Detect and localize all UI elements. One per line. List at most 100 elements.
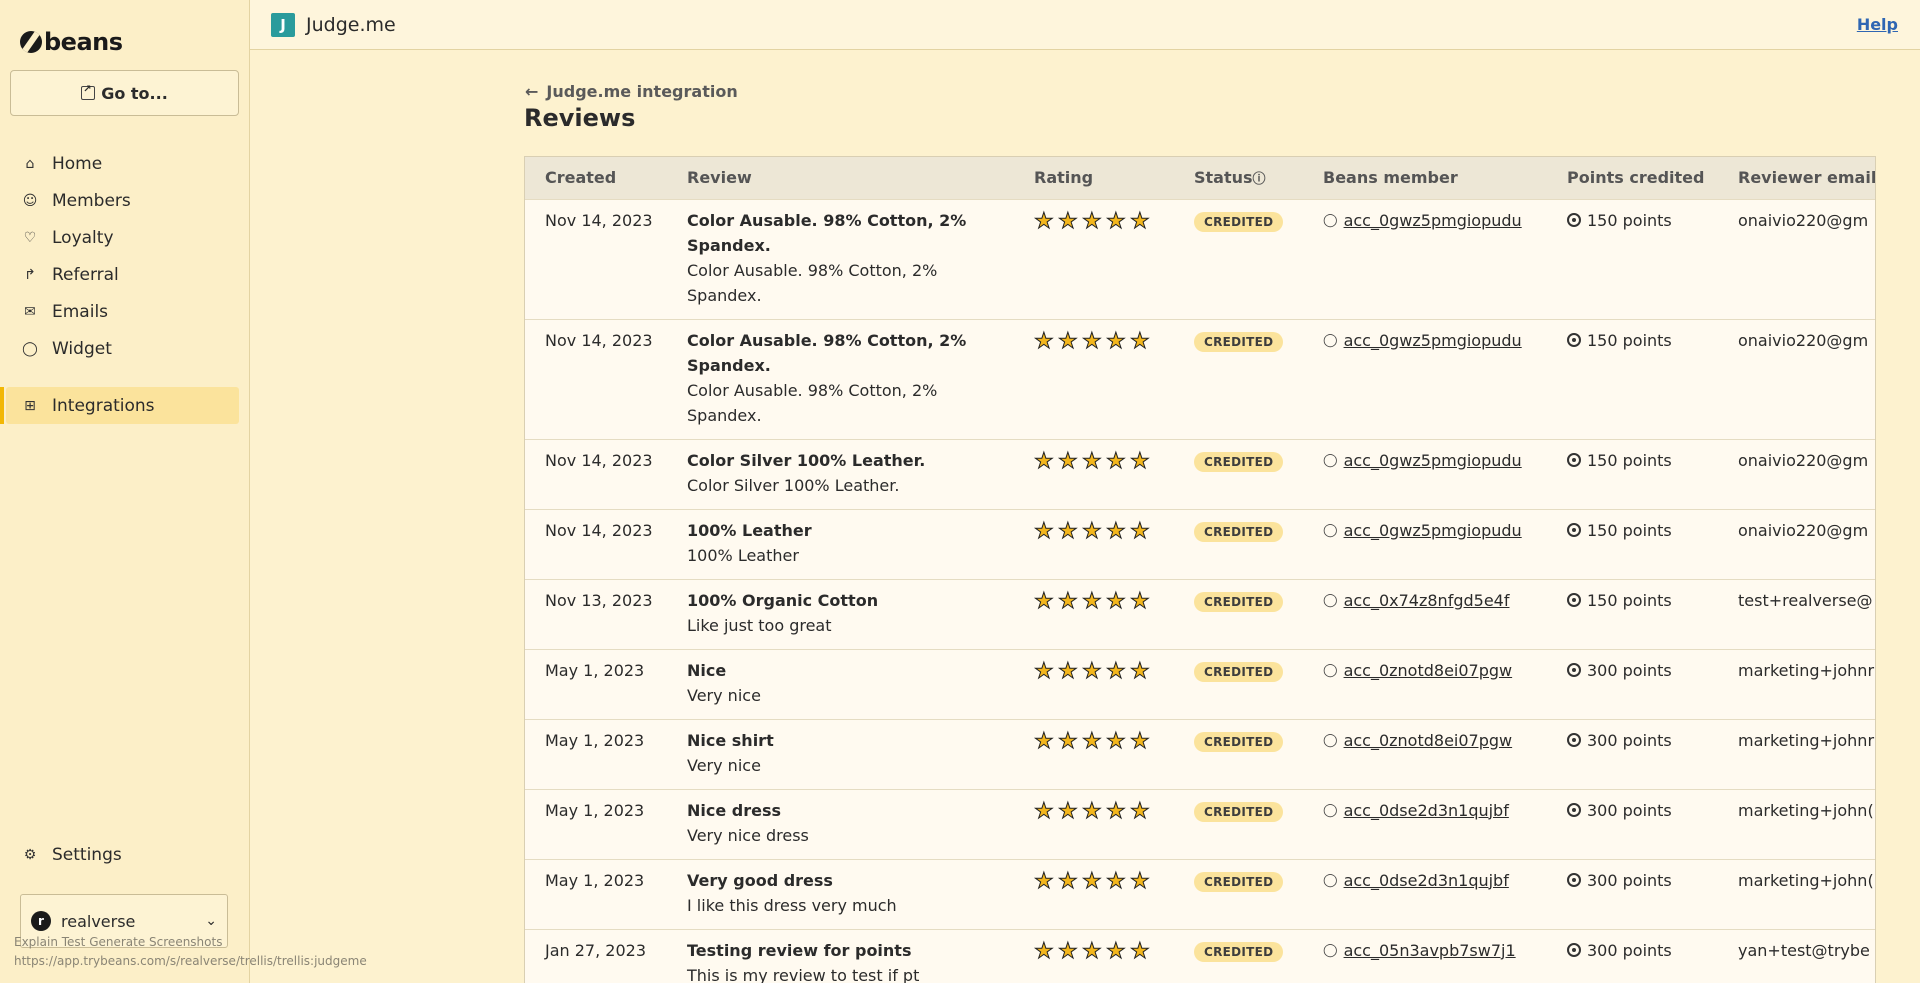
points-icon — [1567, 213, 1581, 227]
person-icon: ◯ — [1323, 212, 1338, 228]
points-icon — [1567, 453, 1581, 467]
sidebar-item-loyalty[interactable]: ♡ Loyalty — [0, 219, 250, 256]
column-header-status[interactable]: Statusⓘ — [1174, 157, 1303, 199]
star-icon: ★ — [1034, 448, 1055, 474]
review-body: This is my review to test if pt — [687, 965, 920, 983]
points-icon — [1567, 943, 1581, 957]
member-link[interactable]: acc_0dse2d3n1qujbf — [1344, 871, 1509, 890]
cell-created: Nov 14, 2023 — [525, 318, 667, 439]
table-row[interactable]: Nov 14, 2023 Color Ausable. 98% Cotton, 2… — [525, 318, 1875, 439]
info-icon[interactable]: ⓘ — [1253, 172, 1266, 187]
star-icon: ★ — [1082, 938, 1103, 964]
star-icon: ★ — [1034, 328, 1055, 354]
column-header-email[interactable]: Reviewer email — [1718, 157, 1875, 199]
cell-review: Nice shirt Very nice — [667, 718, 1014, 789]
column-header-review[interactable]: Review — [667, 157, 1014, 199]
star-icon: ★ — [1130, 798, 1151, 824]
beans-logo-icon — [20, 31, 42, 53]
cell-review: Very good dress I like this dress very mu… — [667, 858, 1014, 929]
column-header-points[interactable]: Points credited — [1547, 157, 1718, 199]
member-link[interactable]: acc_0gwz5pmgiopudu — [1344, 211, 1522, 230]
help-link[interactable]: Help — [1857, 15, 1898, 34]
table-row[interactable]: Jan 27, 2023 Testing review for points Thi… — [525, 928, 1875, 983]
sidebar-item-members[interactable]: ☺ Members — [0, 182, 250, 219]
review-body: Color Ausable. 98% Cotton, 2% Spandex. — [687, 260, 938, 305]
person-icon: ◯ — [1323, 332, 1338, 348]
member-link[interactable]: acc_0znotd8ei07pgw — [1344, 731, 1513, 750]
cell-review: 100% Organic Cotton Like just too great — [667, 578, 1014, 649]
member-link[interactable]: acc_0znotd8ei07pgw — [1344, 661, 1513, 680]
member-link[interactable]: acc_0gwz5pmgiopudu — [1344, 521, 1522, 540]
sidebar-item-emails[interactable]: ✉ Emails — [0, 293, 250, 330]
sidebar-item-integrations[interactable]: ⊞ Integrations — [0, 387, 239, 424]
goto-button[interactable]: Go to... — [10, 70, 239, 116]
cell-created: Nov 13, 2023 — [525, 578, 667, 649]
review-body: I like this dress very much — [687, 895, 897, 915]
table-row[interactable]: May 1, 2023 Nice dress Very nice dress ★ ★ ★ ★… — [525, 788, 1875, 859]
person-icon: ◯ — [1323, 662, 1338, 678]
star-icon: ★ — [1130, 938, 1151, 964]
cell-email: marketing+john( — [1718, 788, 1875, 859]
star-rating: ★ ★ ★ ★ ★ — [1034, 448, 1174, 474]
cell-rating: ★ ★ ★ ★ ★ — [1014, 928, 1174, 983]
star-rating: ★ ★ ★ ★ ★ — [1034, 328, 1174, 354]
sidebar-item-label: Referral — [52, 264, 119, 285]
table-row[interactable]: Nov 14, 2023 Color Silver 100% Leather. Co… — [525, 438, 1875, 509]
star-icon: ★ — [1106, 448, 1127, 474]
cell-review: Color Silver 100% Leather. Color Silver 1… — [667, 438, 1014, 509]
cell-member: ◯ acc_0x74z8nfgd5e4f — [1303, 578, 1547, 649]
member-link[interactable]: acc_0gwz5pmgiopudu — [1344, 331, 1522, 350]
column-header-member[interactable]: Beans member — [1303, 157, 1547, 199]
star-icon: ★ — [1058, 728, 1079, 754]
table-row[interactable]: May 1, 2023 Nice Very nice ★ ★ ★ ★ ★ CREDITED ◯ ac… — [525, 648, 1875, 719]
beans-logo[interactable]: beans — [20, 28, 123, 56]
star-icon: ★ — [1082, 208, 1103, 234]
star-icon: ★ — [1058, 208, 1079, 234]
cell-email: test+realverse@ — [1718, 578, 1875, 649]
topbar: J Judge.me Help — [250, 0, 1920, 50]
table-row[interactable]: Nov 14, 2023 Color Ausable. 98% Cotton, 2… — [525, 198, 1875, 319]
table-row[interactable]: May 1, 2023 Very good dress I like this dr… — [525, 858, 1875, 929]
sidebar-item-widget[interactable]: ◯ Widget — [0, 330, 250, 367]
cell-created: May 1, 2023 — [525, 858, 667, 929]
sidebar-item-label: Widget — [52, 338, 112, 359]
breadcrumb[interactable]: ← Judge.me integration — [525, 82, 738, 101]
review-title: Testing review for points — [687, 940, 912, 960]
status-badge: CREDITED — [1194, 211, 1284, 232]
member-link[interactable]: acc_05n3avpb7sw7j1 — [1344, 941, 1516, 960]
member-link[interactable]: acc_0x74z8nfgd5e4f — [1344, 591, 1510, 610]
cell-status: CREDITED — [1174, 928, 1303, 983]
star-icon: ★ — [1058, 518, 1079, 544]
star-icon: ★ — [1058, 328, 1079, 354]
cell-email: onaivio220@gm — [1718, 508, 1875, 579]
star-icon: ★ — [1058, 658, 1079, 684]
points-value: 300 points — [1587, 730, 1672, 750]
review-body: Color Ausable. 98% Cotton, 2% Spandex. — [687, 380, 938, 425]
star-rating: ★ ★ ★ ★ ★ — [1034, 518, 1174, 544]
star-icon: ★ — [1106, 518, 1127, 544]
cell-rating: ★ ★ ★ ★ ★ — [1014, 198, 1174, 319]
star-icon: ★ — [1106, 588, 1127, 614]
star-icon: ★ — [1130, 728, 1151, 754]
sidebar-item-settings[interactable]: ⚙ Settings — [22, 845, 122, 865]
star-icon: ★ — [1034, 938, 1055, 964]
column-header-rating[interactable]: Rating — [1014, 157, 1174, 199]
points-icon — [1567, 663, 1581, 677]
member-link[interactable]: acc_0gwz5pmgiopudu — [1344, 451, 1522, 470]
app-title: Judge.me — [306, 13, 396, 36]
star-icon: ★ — [1058, 798, 1079, 824]
sidebar-item-home[interactable]: ⌂ Home — [0, 145, 250, 182]
sidebar-nav: ⌂ Home ☺ Members ♡ Loyalty ↱ Referral ✉ … — [0, 145, 250, 424]
cell-rating: ★ ★ ★ ★ ★ — [1014, 788, 1174, 859]
member-link[interactable]: acc_0dse2d3n1qujbf — [1344, 801, 1509, 820]
cell-status: CREDITED — [1174, 858, 1303, 929]
table-row[interactable]: Nov 13, 2023 100% Organic Cotton Like just… — [525, 578, 1875, 649]
person-icon: ◯ — [1323, 872, 1338, 888]
table-row[interactable]: Nov 14, 2023 100% Leather 100% Leather ★ ★ ★ ★… — [525, 508, 1875, 579]
points-icon — [1567, 333, 1581, 347]
column-header-created[interactable]: Created — [525, 157, 667, 199]
star-icon: ★ — [1130, 588, 1151, 614]
table-row[interactable]: May 1, 2023 Nice shirt Very nice ★ ★ ★ ★ ★ CREDI… — [525, 718, 1875, 789]
sidebar-item-referral[interactable]: ↱ Referral — [0, 256, 250, 293]
cell-member: ◯ acc_0znotd8ei07pgw — [1303, 718, 1547, 789]
